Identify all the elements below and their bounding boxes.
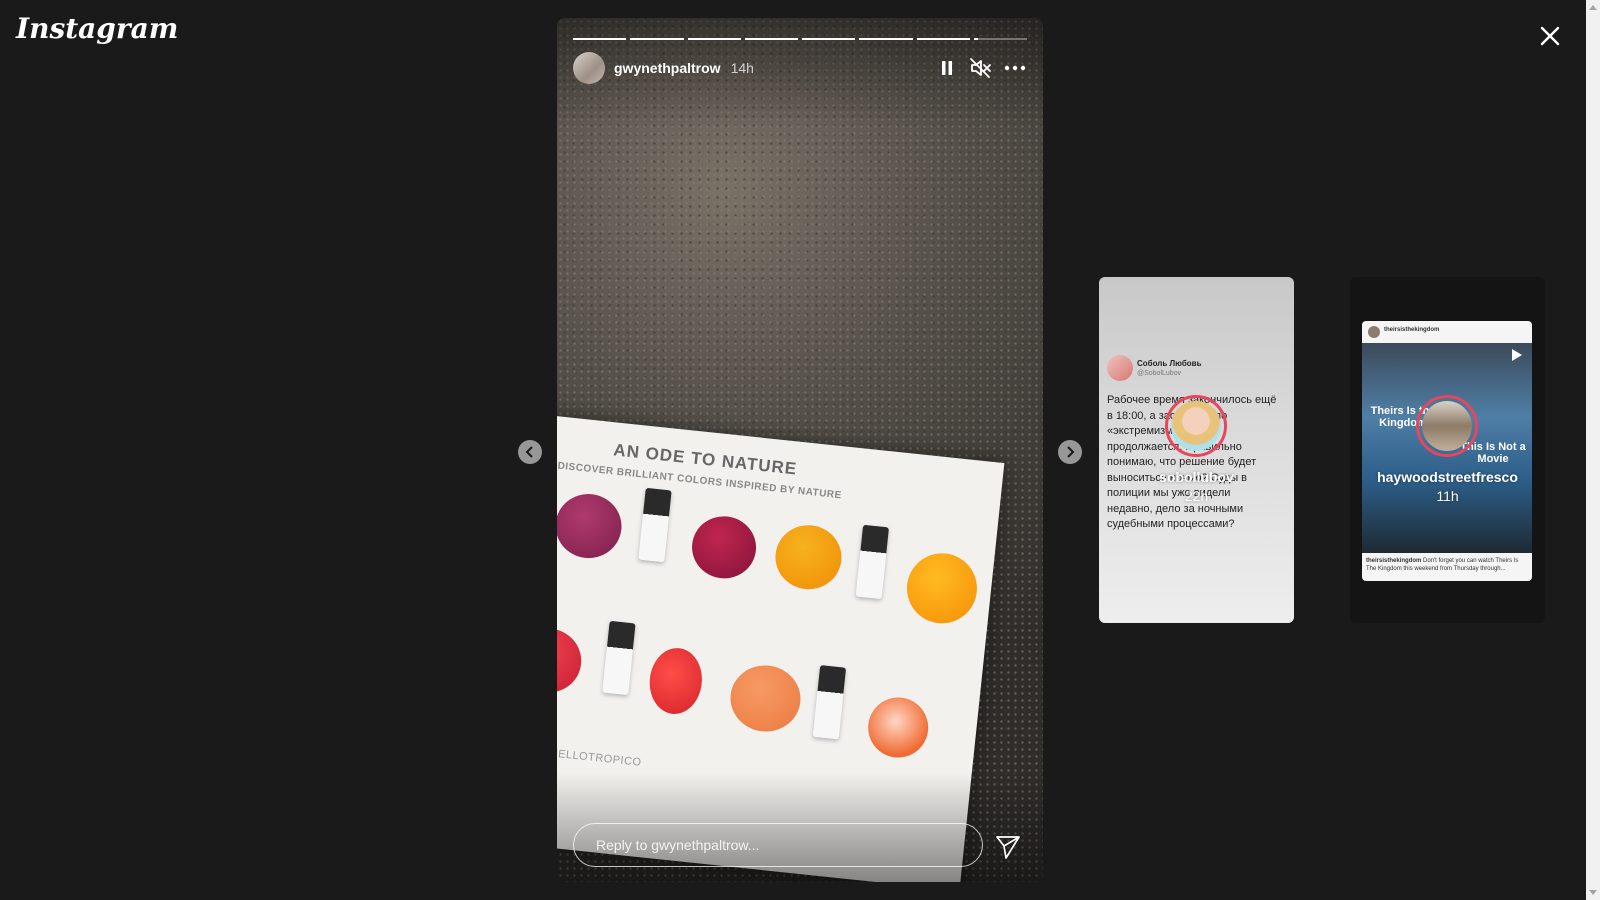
progress-segment (630, 38, 684, 40)
tweet-avatar (1107, 355, 1133, 381)
progress-segment (573, 38, 627, 40)
bottle (812, 665, 847, 740)
next-story-button[interactable] (1058, 440, 1082, 464)
reply-field[interactable] (573, 823, 983, 867)
story-username[interactable]: gwynethpaltrow (614, 60, 721, 76)
preview-username: sobollubov (1159, 469, 1234, 485)
post-account: theirsisthekingdom (1384, 327, 1440, 333)
avatar (1416, 395, 1478, 457)
play-icon (1512, 349, 1522, 361)
tweet-author: Соболь Любовь (1137, 359, 1202, 368)
mute-icon[interactable] (969, 56, 993, 80)
swatch (772, 521, 845, 593)
swatch (688, 513, 760, 582)
story-progress-bar (573, 38, 1027, 40)
swatch (557, 625, 585, 696)
card-hashtag: #ELLOTROPICO (557, 747, 643, 769)
avatar (1165, 395, 1227, 457)
progress-segment (687, 38, 741, 40)
progress-segment (916, 38, 970, 40)
close-icon[interactable] (1536, 22, 1564, 50)
bottle (638, 487, 672, 563)
preview-timestamp: 11h (1436, 488, 1459, 504)
reply-input[interactable] (594, 836, 958, 854)
story-timestamp: 14h (730, 60, 754, 76)
send-icon[interactable] (995, 834, 1021, 860)
active-story[interactable]: AN ODE TO NATURE DISCOVER BRILLIANT COLO… (557, 18, 1043, 882)
progress-segment (802, 38, 856, 40)
pause-icon[interactable] (935, 56, 959, 80)
chevron-right-icon (1067, 446, 1075, 458)
swatch (903, 549, 981, 627)
swatch (646, 645, 706, 717)
preview-timestamp: 22h (1184, 488, 1209, 504)
story-header: gwynethpaltrow 14h (573, 52, 1027, 84)
swatch (865, 694, 932, 761)
swatch (727, 662, 804, 735)
scroll-down-icon[interactable] (1589, 890, 1597, 895)
more-options-icon[interactable] (1003, 56, 1027, 80)
story-preview-sobollubov[interactable]: Соболь Любовь @SobolLubov Рабочее время … (1099, 277, 1294, 623)
page-scrollbar[interactable] (1586, 0, 1600, 900)
preview-username: haywoodstreetfresco (1377, 469, 1518, 485)
progress-segment (973, 38, 1027, 40)
bottle (855, 524, 890, 600)
tweet-handle: @SobolLubov (1137, 370, 1182, 377)
post-caption: theirsisthekingdom Don't forget you can … (1366, 558, 1519, 572)
swatch (557, 490, 625, 562)
previous-story-button[interactable] (518, 440, 542, 464)
scroll-up-icon[interactable] (1589, 5, 1597, 10)
progress-segment (859, 38, 913, 40)
chevron-left-icon (525, 446, 533, 458)
bottle (602, 620, 636, 696)
avatar[interactable] (573, 52, 605, 84)
instagram-logo[interactable]: Instagram (16, 12, 178, 45)
story-preview-haywoodstreetfresco[interactable]: theirsisthekingdom Theirs Is the Kingdom… (1350, 277, 1545, 623)
progress-segment (744, 38, 798, 40)
